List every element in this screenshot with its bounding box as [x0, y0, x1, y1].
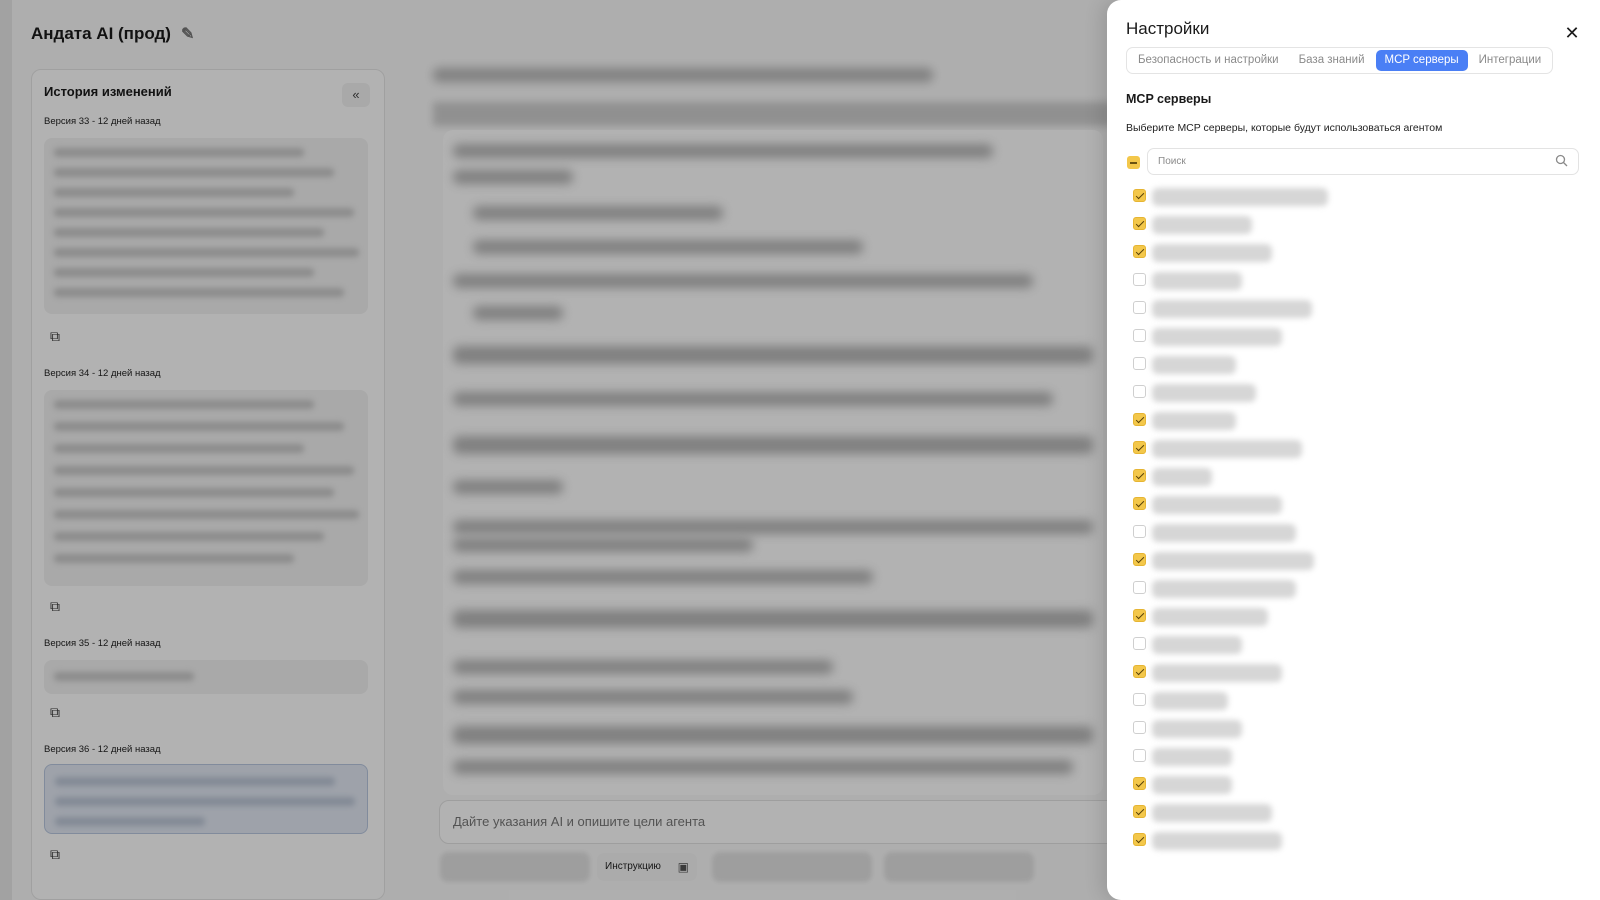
settings-tabs: Безопасность и настройки База знаний MCP…: [1126, 47, 1554, 74]
settings-drawer: Настройки ✕ Безопасность и настройки Баз…: [1107, 0, 1600, 900]
tab-security-settings[interactable]: Безопасность и настройки: [1129, 50, 1288, 71]
server-checkbox-checked[interactable]: [1133, 609, 1146, 622]
server-name-redacted: [1152, 272, 1242, 290]
server-name-redacted: [1152, 440, 1302, 458]
server-name-redacted: [1152, 524, 1296, 542]
search-placeholder: Поиск: [1158, 156, 1186, 167]
server-checkbox-checked[interactable]: [1133, 665, 1146, 678]
drawer-title: Настройки: [1126, 19, 1210, 38]
server-search-input[interactable]: Поиск: [1147, 148, 1579, 175]
server-checkbox-checked[interactable]: [1133, 833, 1146, 846]
server-name-redacted: [1152, 356, 1236, 374]
server-checkbox[interactable]: [1133, 273, 1146, 286]
server-checkbox[interactable]: [1133, 693, 1146, 706]
server-name-redacted: [1152, 384, 1256, 402]
server-name-redacted: [1152, 832, 1282, 850]
server-checkbox[interactable]: [1133, 385, 1146, 398]
server-checkbox[interactable]: [1133, 749, 1146, 762]
server-checkbox[interactable]: [1133, 637, 1146, 650]
server-name-redacted: [1152, 776, 1232, 794]
server-name-redacted: [1152, 692, 1228, 710]
server-checkbox-checked[interactable]: [1133, 497, 1146, 510]
close-icon[interactable]: ✕: [1563, 24, 1581, 42]
server-name-redacted: [1152, 244, 1272, 262]
server-checkbox-checked[interactable]: [1133, 413, 1146, 426]
server-checkbox-checked[interactable]: [1133, 245, 1146, 258]
section-description: Выберите MCP серверы, которые будут испо…: [1126, 122, 1443, 134]
server-name-redacted: [1152, 328, 1282, 346]
section-title: MCP серверы: [1126, 92, 1212, 106]
server-name-redacted: [1152, 636, 1242, 654]
server-name-redacted: [1152, 748, 1232, 766]
tab-mcp-servers[interactable]: MCP серверы: [1375, 50, 1468, 71]
select-all-checkbox[interactable]: [1127, 156, 1140, 169]
server-checkbox[interactable]: [1133, 329, 1146, 342]
server-checkbox[interactable]: [1133, 525, 1146, 538]
server-name-redacted: [1152, 720, 1242, 738]
server-checkbox[interactable]: [1133, 301, 1146, 314]
server-checkbox[interactable]: [1133, 721, 1146, 734]
server-checkbox-checked[interactable]: [1133, 805, 1146, 818]
server-name-redacted: [1152, 188, 1328, 206]
search-icon: [1555, 154, 1569, 168]
server-name-redacted: [1152, 216, 1252, 234]
server-name-redacted: [1152, 496, 1282, 514]
server-name-redacted: [1152, 608, 1268, 626]
server-name-redacted: [1152, 552, 1314, 570]
server-checkbox-checked[interactable]: [1133, 469, 1146, 482]
server-checkbox-checked[interactable]: [1133, 189, 1146, 202]
server-checkbox[interactable]: [1133, 581, 1146, 594]
server-name-redacted: [1152, 580, 1296, 598]
tab-integrations[interactable]: Интеграции: [1470, 50, 1551, 71]
server-checkbox[interactable]: [1133, 357, 1146, 370]
server-name-redacted: [1152, 664, 1282, 682]
server-name-redacted: [1152, 468, 1212, 486]
server-name-redacted: [1152, 300, 1312, 318]
server-checkbox-checked[interactable]: [1133, 441, 1146, 454]
server-checkbox-checked[interactable]: [1133, 217, 1146, 230]
server-name-redacted: [1152, 804, 1272, 822]
tab-knowledge-base[interactable]: База знаний: [1290, 50, 1374, 71]
server-checkbox-checked[interactable]: [1133, 553, 1146, 566]
server-checkbox-checked[interactable]: [1133, 777, 1146, 790]
server-name-redacted: [1152, 412, 1236, 430]
